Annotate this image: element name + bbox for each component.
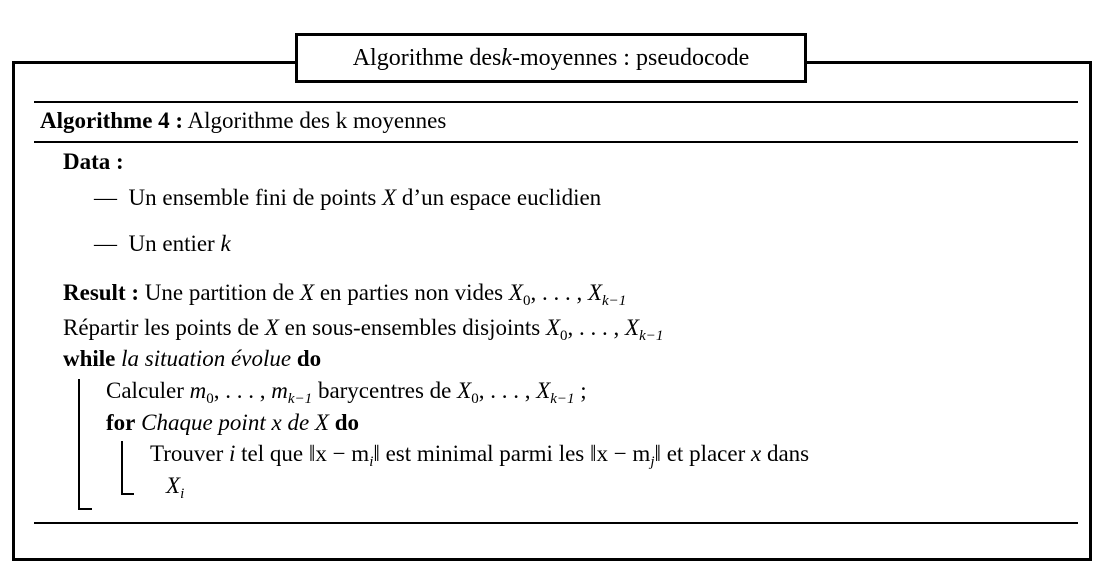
rule-top — [34, 101, 1078, 103]
inner-line-1: Trouver i tel que ‖x − mi‖ est minimal p… — [150, 441, 810, 470]
inner-line-2: Xi — [166, 473, 185, 502]
calc-line: Calculer m0, . . . , mk−1 barycentres de… — [106, 378, 587, 407]
result-line: Result : Une partition de X en parties n… — [63, 280, 627, 309]
title-prefix: Algorithme des — [352, 44, 502, 71]
while-block-bar — [78, 379, 80, 510]
rule-caption — [34, 141, 1078, 143]
data-item-1: — Un ensemble fini de points X d’un espa… — [94, 185, 602, 210]
title-suffix: -moyennes : pseudocode — [512, 44, 750, 71]
data-label: Data : — [63, 149, 124, 174]
for-block-bar — [121, 441, 123, 495]
algorithm-name: Algorithme des k moyennes — [183, 108, 447, 133]
for-line: for Chaque point x de X do — [106, 410, 360, 435]
while-block-end — [78, 508, 92, 510]
for-block-end — [121, 493, 134, 495]
data-item-2: — Un entier k — [94, 231, 231, 256]
while-line: while la situation évolue do — [63, 346, 322, 371]
title-k: k — [501, 44, 512, 71]
algorithm-label: Algorithme 4 : — [40, 108, 184, 133]
rule-bottom — [34, 522, 1078, 524]
figure-title: Algorithme des k -moyennes : pseudocode — [295, 33, 807, 83]
algorithm-caption: Algorithme 4 : Algorithme des k moyennes — [40, 107, 446, 135]
